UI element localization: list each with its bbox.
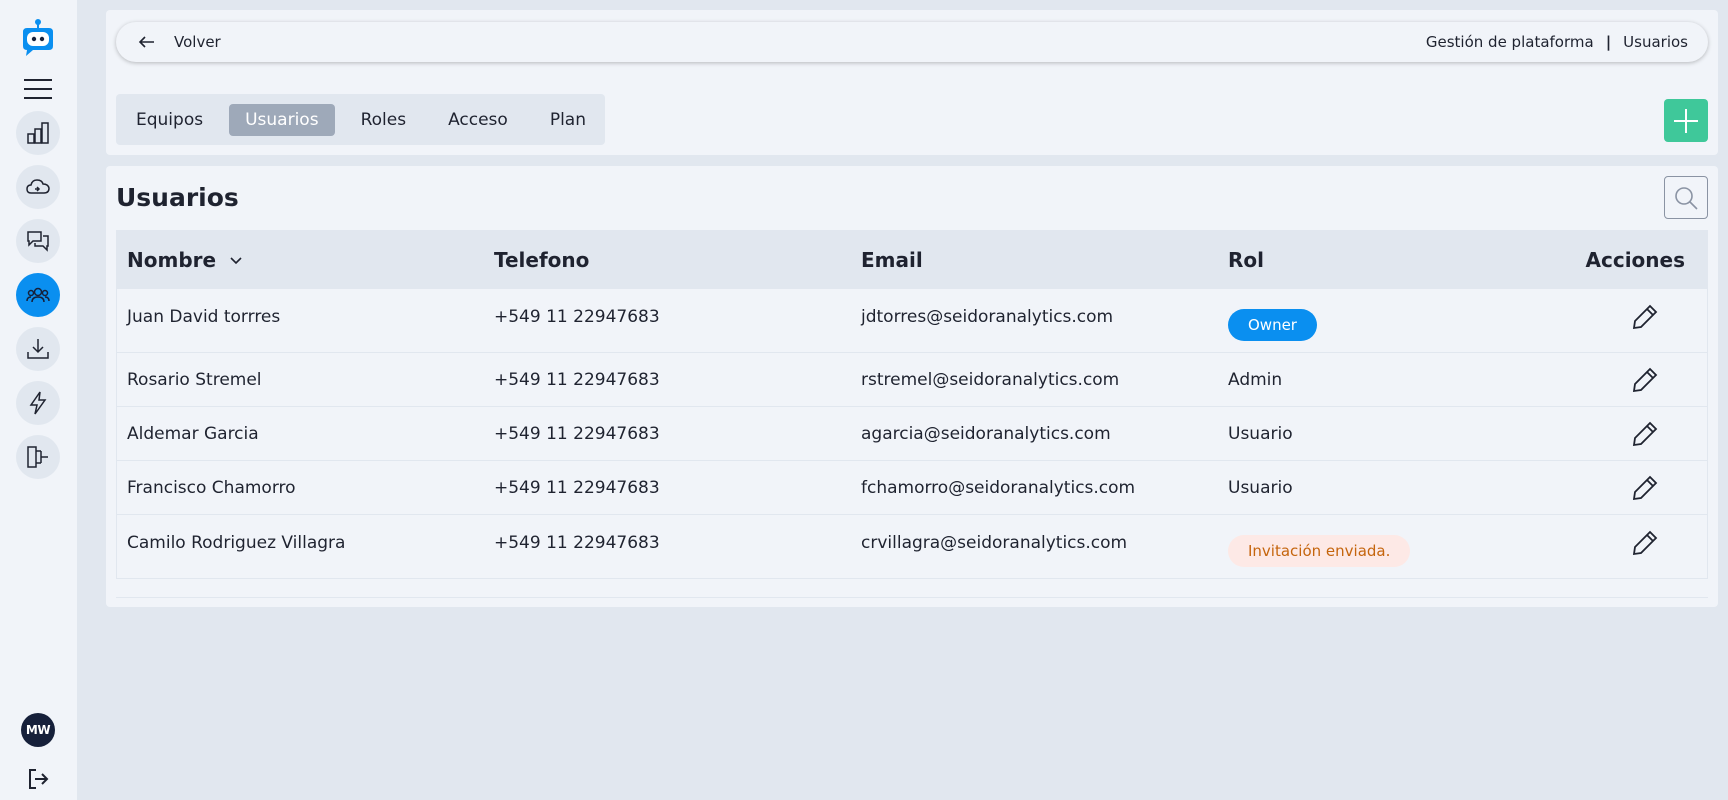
column-header-email: Email <box>861 248 923 272</box>
tab-equipos[interactable]: Equipos <box>120 104 219 136</box>
chat-icon <box>27 231 49 252</box>
avatar[interactable]: MW <box>21 713 55 747</box>
divider <box>116 597 1708 598</box>
cloud-icon <box>26 179 50 194</box>
cell-name: Rosario Stremel <box>127 369 262 390</box>
flow-icon <box>27 446 48 468</box>
sidebar-item-flows[interactable] <box>16 435 60 479</box>
add-user-button[interactable] <box>1664 99 1708 142</box>
cell-role: Admin <box>1228 369 1283 390</box>
cell-phone: +549 11 22947683 <box>494 423 660 444</box>
pencil-icon[interactable] <box>1631 366 1659 394</box>
users-table: Nombre Telefono Email Rol Acciones Juan … <box>116 230 1708 579</box>
cell-actions <box>1585 303 1707 331</box>
back-button[interactable]: Volver <box>138 33 221 51</box>
sidebar-item-analytics[interactable] <box>16 111 60 155</box>
sidebar-item-download[interactable] <box>16 327 60 371</box>
search-button[interactable] <box>1664 176 1708 219</box>
download-icon <box>27 339 49 359</box>
cell-actions <box>1585 474 1707 502</box>
cell-email: jdtorres@seidoranalytics.com <box>861 306 1114 327</box>
search-icon <box>1675 186 1698 210</box>
lightning-icon <box>29 391 47 415</box>
cell-phone: +549 11 22947683 <box>494 477 660 498</box>
sidebar-item-users[interactable] <box>16 273 60 317</box>
column-header-nombre[interactable]: Nombre <box>117 248 484 272</box>
cell-phone: +549 11 22947683 <box>494 306 660 327</box>
pencil-icon[interactable] <box>1631 303 1659 331</box>
cell-actions <box>1585 420 1707 448</box>
cell-phone: +549 11 22947683 <box>494 532 660 553</box>
tab-usuarios[interactable]: Usuarios <box>229 103 335 136</box>
chart-icon <box>27 122 49 144</box>
role-badge-owner: Owner <box>1228 308 1317 341</box>
sidebar-item-chat[interactable] <box>16 219 60 263</box>
menu-icon[interactable] <box>24 78 52 100</box>
cell-name: Francisco Chamorro <box>127 477 296 498</box>
column-header-telefono: Telefono <box>494 248 590 272</box>
column-header-acciones: Acciones <box>1585 248 1707 272</box>
plus-icon <box>1674 108 1698 133</box>
cell-actions <box>1585 529 1707 557</box>
users-icon <box>26 287 50 303</box>
cell-actions <box>1585 366 1707 394</box>
back-label: Volver <box>174 33 221 51</box>
cell-name: Juan David torrres <box>127 306 281 327</box>
breadcrumb-item-users: Usuarios <box>1623 33 1688 51</box>
cell-role: Owner <box>1218 301 1585 341</box>
sidebar-item-automation[interactable] <box>16 381 60 425</box>
pencil-icon[interactable] <box>1631 420 1659 448</box>
tab-plan[interactable]: Plan <box>534 104 602 136</box>
column-label-acciones: Acciones <box>1585 248 1686 272</box>
nav-bar: Volver Gestión de plataforma | Usuarios <box>116 22 1708 62</box>
pencil-icon[interactable] <box>1631 529 1659 557</box>
cell-name: Camilo Rodriguez Villagra <box>127 532 346 553</box>
logo-icon[interactable] <box>17 18 59 58</box>
top-panel: Volver Gestión de plataforma | Usuarios … <box>106 10 1718 155</box>
breadcrumb-item-platform[interactable]: Gestión de plataforma <box>1426 33 1594 51</box>
table-row: Juan David torrres +549 11 22947683 jdto… <box>117 289 1707 353</box>
cell-email: fchamorro@seidoranalytics.com <box>861 477 1136 498</box>
table-row: Francisco Chamorro +549 11 22947683 fcha… <box>117 461 1707 515</box>
cell-email: crvillagra@seidoranalytics.com <box>861 532 1128 553</box>
arrow-left-icon <box>138 36 154 48</box>
breadcrumb: Gestión de plataforma | Usuarios <box>1426 33 1688 51</box>
page-title: Usuarios <box>116 183 239 212</box>
cell-phone: +549 11 22947683 <box>494 369 660 390</box>
cell-role: Invitación enviada. <box>1218 527 1585 567</box>
sidebar-item-cloud[interactable] <box>16 165 60 209</box>
cell-email: agarcia@seidoranalytics.com <box>861 423 1111 444</box>
column-label-nombre: Nombre <box>127 248 217 272</box>
column-header-rol: Rol <box>1228 248 1264 272</box>
tab-roles[interactable]: Roles <box>345 104 423 136</box>
tab-acceso[interactable]: Acceso <box>432 104 524 136</box>
tab-bar: Equipos Usuarios Roles Acceso Plan <box>116 94 605 145</box>
table-row: Rosario Stremel +549 11 22947683 rstreme… <box>117 353 1707 407</box>
cell-name: Aldemar Garcia <box>127 423 259 444</box>
chevron-down-icon[interactable] <box>228 252 244 268</box>
cell-role: Usuario <box>1228 423 1293 444</box>
sidebar: MW <box>0 0 77 800</box>
logout-icon[interactable] <box>26 767 50 791</box>
pencil-icon[interactable] <box>1631 474 1659 502</box>
breadcrumb-separator: | <box>1605 33 1612 51</box>
status-badge-invitation: Invitación enviada. <box>1228 534 1411 567</box>
users-card: Usuarios Nombre Telefono Email Rol Accio… <box>106 166 1718 607</box>
cell-role: Usuario <box>1228 477 1293 498</box>
cell-email: rstremel@seidoranalytics.com <box>861 369 1120 390</box>
table-header: Nombre Telefono Email Rol Acciones <box>117 231 1707 289</box>
table-row: Camilo Rodriguez Villagra +549 11 229476… <box>117 515 1707 578</box>
table-row: Aldemar Garcia +549 11 22947683 agarcia@… <box>117 407 1707 461</box>
